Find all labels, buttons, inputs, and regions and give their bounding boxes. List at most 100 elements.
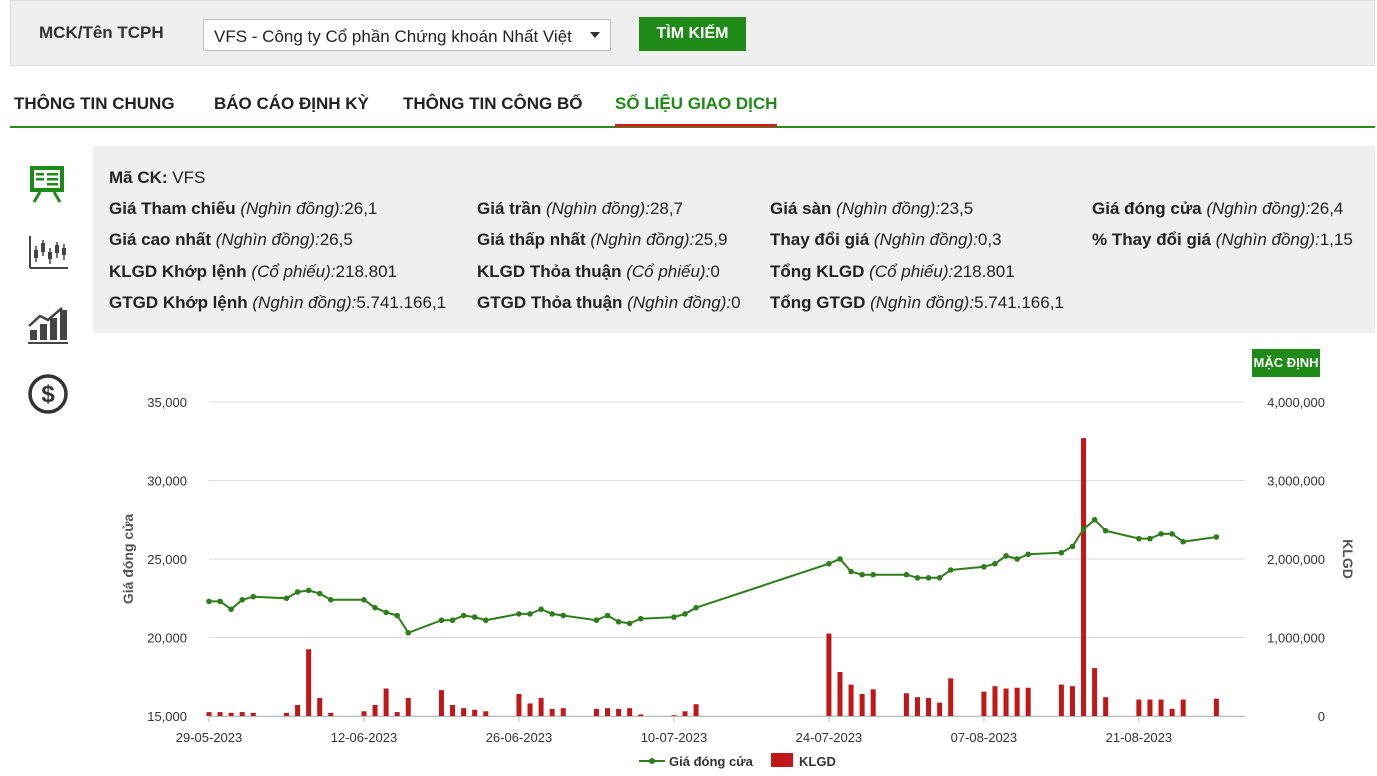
- price-point: [460, 612, 467, 619]
- y-right-axis-title: KLGD: [1340, 539, 1356, 579]
- price-point: [394, 612, 400, 619]
- info-pct-thay-doi-gia: % Thay đổi giá (Nghìn đồng):1,15: [1092, 230, 1353, 249]
- legend-bar-swatch: [771, 753, 793, 767]
- price-point: [482, 617, 489, 624]
- tab-disclosures[interactable]: THÔNG TIN CÔNG BỐ: [403, 94, 582, 124]
- price-point: [837, 556, 843, 562]
- volume-bar: [848, 684, 854, 716]
- price-point: [1136, 535, 1142, 542]
- tab-general-info[interactable]: THÔNG TIN CHUNG: [14, 94, 175, 124]
- x-tick-label: 24-07-2023: [796, 730, 863, 745]
- volume-bar: [1158, 699, 1164, 716]
- volume-bar: [837, 672, 843, 716]
- price-point: [859, 571, 865, 578]
- price-point: [471, 614, 478, 620]
- price-point: [1058, 549, 1065, 556]
- tab-trading-data[interactable]: SỐ LIỆU GIAO DỊCH: [615, 94, 778, 127]
- company-select[interactable]: VFS - Công ty Cổ phần Chứng khoán Nhất V…: [203, 19, 611, 51]
- price-point: [626, 620, 633, 627]
- volume-bar: [826, 633, 832, 716]
- search-bar: MCK/Tên TCPH VFS - Công ty Cổ phần Chứng…: [10, 0, 1375, 66]
- volume-bar: [328, 712, 334, 716]
- price-point: [228, 606, 234, 613]
- volume-bar: [859, 694, 865, 716]
- price-point: [560, 612, 567, 619]
- chevron-down-icon: [590, 32, 600, 38]
- candlestick-chart-icon[interactable]: [24, 232, 72, 276]
- volume-bar: [461, 708, 467, 716]
- volume-bar: [1003, 688, 1009, 716]
- price-point: [206, 598, 212, 605]
- volume-bar: [239, 712, 245, 716]
- volume-bar: [1058, 684, 1064, 716]
- volume-bar: [926, 697, 932, 716]
- price-volume-chart: MẶC ĐỊNH 15,000 0 20,000 1,000,000 25,000 2,0…: [93, 333, 1375, 776]
- y-left-axis-title: Giá đóng cửa: [120, 514, 136, 604]
- price-point: [383, 609, 389, 616]
- tab-periodic-reports[interactable]: BÁO CÁO ĐỊNH KỲ: [214, 94, 369, 124]
- y-left-tick-label: 30,000: [147, 474, 187, 489]
- info-gia-dong-cua: Giá đóng cửa (Nghìn đồng):26,4: [1092, 199, 1344, 218]
- legend-label-volume: KLGD: [799, 754, 836, 769]
- y-left-tick-label: 20,000: [147, 631, 187, 646]
- legend-label-price: Giá đóng cửa: [669, 754, 754, 769]
- info-tong-gtgd: Tổng GTGD (Nghìn đồng):5.741.166,1: [770, 293, 1064, 312]
- svg-text:$: $: [41, 381, 55, 408]
- price-point: [593, 617, 600, 624]
- price-point: [637, 615, 644, 622]
- price-point: [615, 619, 622, 625]
- volume-bar: [1213, 698, 1219, 716]
- presentation-board-icon[interactable]: [24, 162, 72, 206]
- price-point: [903, 571, 910, 578]
- volume-bar: [903, 693, 909, 716]
- price-point: [1014, 556, 1020, 562]
- info-gtgd-khop-lenh: GTGD Khớp lệnh (Nghìn đồng):5.741.166,1: [109, 293, 447, 312]
- price-point: [305, 587, 312, 594]
- price-point: [1180, 538, 1186, 545]
- price-point: [671, 614, 677, 620]
- price-point: [992, 560, 998, 567]
- volume-bar: [992, 686, 998, 716]
- price-point: [1025, 551, 1031, 558]
- company-select-value: VFS - Công ty Cổ phần Chứng khoán Nhất V…: [214, 27, 572, 46]
- x-tick-label: 10-07-2023: [641, 730, 708, 745]
- volume-bar: [549, 708, 555, 716]
- info-ma-ck: Mã CK: VFS: [109, 168, 206, 187]
- volume-bar: [317, 697, 323, 716]
- volume-bar: [1025, 687, 1031, 716]
- dollar-coin-icon[interactable]: $: [24, 372, 72, 416]
- y-right-tick-label: 1,000,000: [1267, 631, 1325, 646]
- price-point: [549, 611, 555, 617]
- volume-bar: [206, 712, 212, 716]
- info-klgd-thoa-thuan: KLGD Thỏa thuận (Cổ phiếu):0: [477, 262, 720, 281]
- price-point: [1080, 526, 1087, 532]
- volume-bar: [682, 711, 688, 716]
- growth-chart-icon[interactable]: [24, 304, 72, 348]
- price-point: [693, 604, 699, 611]
- info-gia-thap-nhat: Giá thấp nhất (Nghìn đồng):25,9: [477, 230, 728, 249]
- volume-bar: [217, 712, 223, 716]
- price-point: [294, 589, 301, 595]
- volume-bar: [283, 712, 289, 716]
- volume-bar: [616, 708, 622, 716]
- volume-bar: [450, 705, 456, 716]
- volume-bar: [394, 712, 400, 716]
- volume-bar: [372, 705, 378, 716]
- volume-bar: [981, 691, 987, 716]
- price-point: [516, 611, 522, 617]
- price-point: [438, 617, 445, 624]
- price-point: [1003, 553, 1009, 559]
- volume-bar: [937, 702, 943, 716]
- volume-bar: [1103, 697, 1109, 716]
- volume-bar: [1069, 686, 1075, 716]
- search-button[interactable]: TÌM KIẾM: [639, 17, 746, 51]
- volume-bar: [1147, 699, 1153, 716]
- volume-bar: [527, 703, 533, 716]
- price-point: [826, 560, 832, 567]
- volume-bar: [438, 690, 444, 716]
- price-point: [1102, 527, 1109, 534]
- volume-bar: [671, 715, 677, 716]
- y-right-tick-label: 3,000,000: [1267, 474, 1325, 489]
- price-point: [538, 606, 544, 613]
- price-point: [372, 604, 378, 611]
